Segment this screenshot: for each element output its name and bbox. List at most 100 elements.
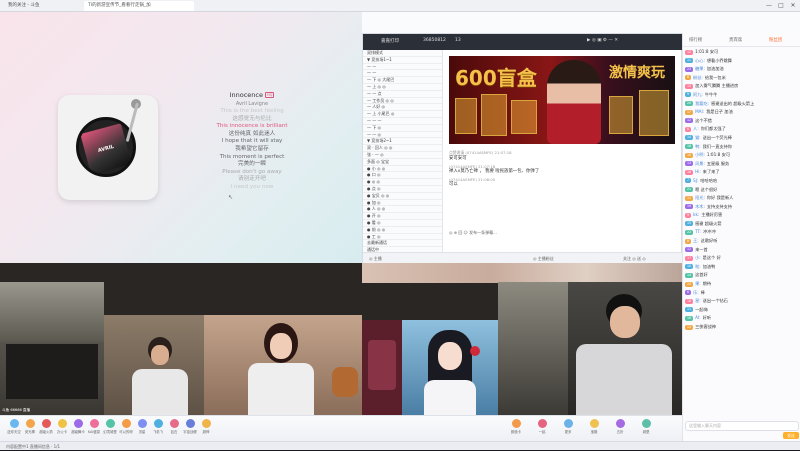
room-list-item[interactable]: ● 点 ◎	[363, 186, 442, 193]
room-list-item[interactable]: 一 上 ◎ ◎	[363, 84, 442, 91]
gift-item[interactable]: 办公卡	[54, 419, 70, 434]
room-list-item[interactable]: ● ◎ ◎	[363, 179, 442, 186]
room-list-item[interactable]: ▼ 竞技场1~1	[363, 57, 442, 64]
room-list-item[interactable]: 一 人好 ◎	[363, 104, 442, 112]
camera-tile[interactable]	[204, 315, 362, 415]
gift-item[interactable]: 超级火箭	[38, 419, 54, 434]
chat-username[interactable]: 糖果:	[695, 66, 705, 72]
room-list-item[interactable]: 一 一 点	[363, 91, 442, 98]
gift-item[interactable]: 送你天空	[6, 419, 22, 434]
room-list-item[interactable]: 一 一	[363, 64, 442, 71]
chat-username[interactable]: 王:	[693, 238, 699, 244]
chat-input[interactable]: 这里输入聊天内容	[685, 421, 799, 431]
room-list-item[interactable]: ● 前 ◎ ◎	[363, 227, 442, 234]
chat-tab[interactable]: 贵宾席	[729, 37, 742, 43]
chat-username[interactable]: 小明:	[695, 152, 705, 158]
player-bottom-center[interactable]: ◎ 主播粉丝	[533, 256, 554, 262]
room-list-item[interactable]: ● 小 ◎ ◎	[363, 166, 442, 173]
gift-item[interactable]: 飞机飞	[150, 419, 166, 434]
chat-tab[interactable]: 排行榜	[689, 37, 702, 43]
minimize-button[interactable]: —	[764, 1, 774, 11]
player-bottom-right[interactable]: 关注 ◎ 送 ◎	[623, 256, 646, 262]
camera-tile[interactable]: 斗鱼 66666 直播	[0, 282, 104, 415]
chat-username[interactable]: 果:	[695, 281, 701, 287]
gift-item[interactable]: 宇宙战舰	[182, 419, 198, 434]
message-toolbar[interactable]: ◎ ⊕ 回 ☺ 发布一条弹幕...	[449, 230, 675, 240]
chat-username[interactable]: 阿九:	[693, 92, 703, 98]
gift-item[interactable]: KAI盛宴	[86, 419, 102, 434]
gift-item[interactable]: 五折	[612, 419, 628, 434]
room-list-item[interactable]: 一 下 ◎ 大尾巴	[363, 77, 442, 84]
camera-tile[interactable]	[362, 320, 402, 415]
banner-figure	[547, 60, 601, 144]
maximize-button[interactable]: □	[776, 1, 786, 11]
tab-following[interactable]: 我的关注 - 斗鱼	[4, 1, 64, 11]
gift-item[interactable]: 荧光棒	[22, 419, 38, 434]
room-list-item[interactable]: ● 加 ◎	[363, 200, 442, 207]
chat-username[interactable]: TT:	[695, 229, 701, 235]
camera-tile[interactable]	[402, 320, 498, 415]
chat-tab[interactable]: 粉丝团	[769, 37, 782, 43]
chat-username[interactable]: 星:	[695, 298, 701, 304]
room-list-item[interactable]: ● 开 ◎	[363, 213, 442, 220]
chat-username[interactable]: Hi:	[695, 169, 701, 175]
banner-gift-box	[481, 94, 507, 136]
gift-item[interactable]: 宝箱	[586, 419, 602, 434]
room-list-item[interactable]: ▼ 竞技场2~1	[363, 138, 442, 146]
room-list-item[interactable]: 一 一 一	[363, 118, 442, 125]
promo-banner[interactable]: 600盲盒 激情爽玩	[449, 56, 675, 144]
chat-username[interactable]: 我要吃:	[695, 101, 709, 107]
gift-item[interactable]: 流星	[134, 419, 150, 434]
room-list-item[interactable]: 多面 ◎ 宝宝	[363, 159, 442, 166]
chat-username[interactable]: 乐:	[693, 290, 699, 296]
chat-username[interactable]: 猫:	[695, 135, 701, 141]
send-button[interactable]: 发送	[783, 432, 799, 439]
gift-item[interactable]: 可以的呀	[118, 419, 134, 434]
gift-item[interactable]: 颜值卡	[508, 419, 524, 434]
room-list-item[interactable]: 一 下 ◎	[363, 125, 442, 132]
chat-username[interactable]: AI:	[695, 315, 701, 321]
chat-username[interactable]: 木木:	[695, 204, 705, 210]
gift-item[interactable]: 幻境城堡	[102, 419, 118, 434]
chat-message: 12 1:01:8 安可	[685, 49, 799, 55]
chat-username[interactable]: 小:	[695, 255, 701, 261]
room-list-item[interactable]: 一 工作员 ◎ ◎	[363, 98, 442, 105]
chat-username[interactable]: 阳光:	[695, 195, 705, 201]
room-list-item[interactable]: 一 一 ◎	[363, 132, 442, 139]
gift-item[interactable]: 更多	[560, 419, 576, 434]
chat-username[interactable]: kk:	[693, 212, 699, 218]
camera-tile[interactable]	[104, 315, 204, 415]
chat-username[interactable]: 人:	[693, 126, 699, 132]
gift-item[interactable]: 城堡	[638, 419, 654, 434]
room-list-item[interactable]: ● 看 ◎	[363, 220, 442, 227]
chat-username[interactable]: 啦:	[695, 264, 701, 270]
gift-item[interactable]: 一起	[534, 419, 550, 434]
room-list-item[interactable]: 张 · 一 ◎	[363, 152, 442, 159]
close-button[interactable]: ✕	[788, 1, 798, 11]
chat-username[interactable]: 风景:	[695, 161, 705, 167]
gift-item[interactable]: 超级舞卡	[70, 419, 86, 434]
chat-username[interactable]: 鸭:	[695, 144, 701, 150]
room-list-item[interactable]: ● 宝贝 ◎ ◎	[363, 193, 442, 200]
chat-username[interactable]: SJ:	[693, 178, 698, 184]
room-list-item[interactable]: 一 一	[363, 70, 442, 78]
camera-tile[interactable]	[498, 282, 682, 415]
room-list-item[interactable]: ● 口 ◎	[363, 172, 442, 180]
room-list-item[interactable]: 双排模式	[363, 50, 442, 57]
player-bottom-left[interactable]: ◎ 主播	[369, 256, 382, 262]
chat-username[interactable]: 粉丝:	[693, 75, 703, 81]
song-title: Innocence HQ	[200, 91, 304, 99]
chat-username[interactable]: 心心:	[695, 58, 705, 64]
chat-text: 1:01:8 安可	[706, 152, 731, 158]
room-list-item[interactable]: 去最新通话	[363, 240, 442, 248]
player-controls-icon[interactable]: ▶ ◎ ▣ ⚙ — ✕	[587, 38, 618, 43]
gift-item[interactable]: 钻石	[166, 419, 182, 434]
room-list-item[interactable]: ● 人 ◎ ◎	[363, 206, 442, 214]
tab-stream[interactable]: TI的新游宣传节_看看行走锅_加	[84, 1, 194, 11]
gift-item[interactable]: 超神	[198, 419, 214, 434]
gift-icon	[73, 419, 83, 428]
room-list-item[interactable]: ● 工 ◎	[363, 234, 442, 241]
room-list-item[interactable]: 一 上 小尾巴 ◎	[363, 111, 442, 118]
chat-username[interactable]: MAI:	[695, 109, 704, 115]
room-list-item[interactable]: 双 · 回人 ◎ ◎	[363, 145, 442, 152]
